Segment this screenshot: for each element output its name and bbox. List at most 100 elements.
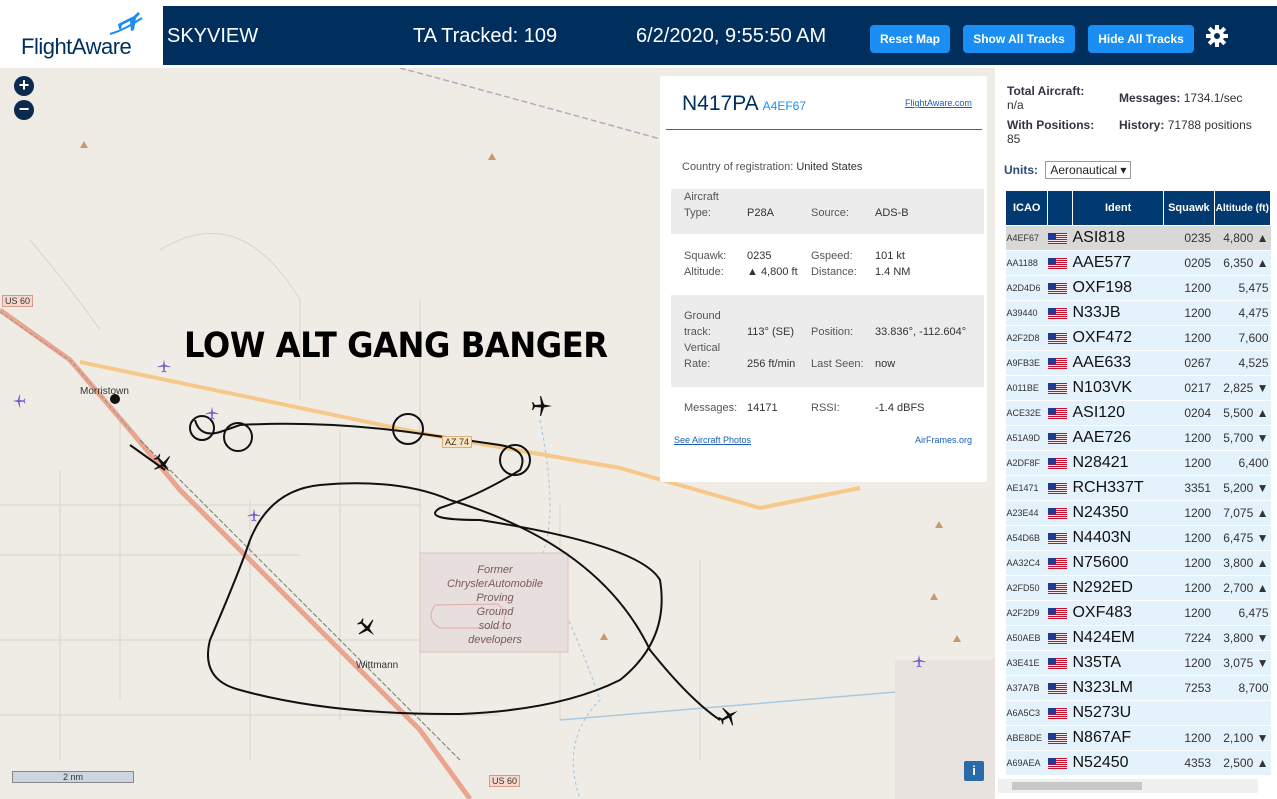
aircraft-icon[interactable]: [12, 394, 26, 408]
table-row[interactable]: A69AEA N52450 4353 2,500 ▲: [1005, 750, 1271, 776]
table-row[interactable]: ACE32E ASI120 0204 5,500 ▲: [1005, 400, 1271, 426]
reset-map-button[interactable]: Reset Map: [870, 25, 950, 53]
row-altitude: [1214, 700, 1271, 726]
row-ident: N75600: [1072, 550, 1164, 576]
label-morristown: Morristown: [80, 386, 129, 397]
col-squawk[interactable]: Squawk: [1163, 190, 1215, 226]
row-squawk: 1200: [1163, 325, 1215, 351]
row-ident: N35TA: [1072, 650, 1164, 676]
row-altitude: 5,700 ▼: [1214, 425, 1271, 451]
label-wittmann: Wittmann: [356, 660, 399, 671]
row-ident: OXF198: [1072, 275, 1164, 301]
row-icao: A37A7B: [1005, 675, 1048, 701]
table-row[interactable]: A4EF67 ASI818 0235 4,800 ▲: [1005, 225, 1271, 251]
us-flag-icon: [1047, 507, 1067, 519]
flightaware-link[interactable]: FlightAware.com: [905, 98, 972, 108]
aircraft-icon[interactable]: [157, 359, 171, 373]
row-altitude: 6,475 ▼: [1214, 525, 1271, 551]
table-row[interactable]: A37A7B N323LM 7253 8,700: [1005, 675, 1271, 701]
aircraft-icon[interactable]: [356, 617, 378, 639]
zoom-out-button[interactable]: −: [14, 100, 34, 120]
us-flag-icon: [1047, 550, 1073, 576]
horizontal-scrollbar[interactable]: [998, 779, 1258, 793]
total-aircraft-stat: Total Aircraft: n/a: [1007, 84, 1085, 112]
popup-divider: [666, 129, 982, 130]
table-row[interactable]: A011BE N103VK 0217 2,825 ▼: [1005, 375, 1271, 401]
row-altitude: 5,500 ▲: [1214, 400, 1271, 426]
us-flag-icon: [1047, 257, 1067, 269]
col-flag[interactable]: [1047, 190, 1073, 226]
row-ident: ASI120: [1072, 400, 1164, 426]
airframes-link[interactable]: AirFrames.org: [915, 435, 972, 445]
us-flag-icon: [1047, 357, 1067, 369]
table-row[interactable]: ABE8DE N867AF 1200 2,100 ▼: [1005, 725, 1271, 751]
us-flag-icon: [1047, 400, 1073, 426]
aircraft-icon[interactable]: [247, 508, 261, 522]
row-ident: N33JB: [1072, 300, 1164, 326]
row-altitude: 4,525: [1214, 350, 1271, 376]
table-row[interactable]: A9FB3E AAE633 0267 4,525: [1005, 350, 1271, 376]
us-flag-icon: [1047, 325, 1073, 351]
row-icao: A2D4D6: [1005, 275, 1048, 301]
aircraft-icon[interactable]: [152, 453, 174, 475]
flightaware-logo[interactable]: FlightAware: [4, 6, 160, 65]
us-flag-icon: [1047, 657, 1067, 669]
row-icao: A2FD50: [1005, 575, 1048, 601]
country-row: Country of registration: United States: [682, 161, 863, 173]
us-flag-icon: [1047, 750, 1073, 776]
aircraft-table: ICAO Ident Squawk Altitude (ft) A4EF67 AS…: [1004, 190, 1272, 776]
table-row[interactable]: A2FD50 N292ED 1200 2,700 ▲: [1005, 575, 1271, 601]
us-flag-icon: [1047, 650, 1073, 676]
label-us60-bottom: US 60: [489, 775, 521, 787]
see-aircraft-photos-link[interactable]: See Aircraft Photos: [674, 435, 751, 445]
us-flag-icon: [1047, 525, 1073, 551]
us-flag-icon: [1047, 432, 1067, 444]
row-altitude: 3,800 ▼: [1214, 625, 1271, 651]
units-control: Units: Aeronautical ▾: [1004, 161, 1132, 179]
row-squawk: 4353: [1163, 750, 1215, 776]
table-row[interactable]: AA32C4 N75600 1200 3,800 ▲: [1005, 550, 1271, 576]
info-button[interactable]: i: [964, 761, 984, 781]
table-row[interactable]: A23E44 N24350 1200 7,075 ▲: [1005, 500, 1271, 526]
table-row[interactable]: A2DF8F N28421 1200 6,400: [1005, 450, 1271, 476]
row-ident: AAE577: [1072, 250, 1164, 276]
us-flag-icon: [1047, 300, 1073, 326]
col-ident[interactable]: Ident: [1071, 190, 1165, 226]
aircraft-icon[interactable]: [205, 406, 219, 420]
table-row[interactable]: A2F2D8 OXF472 1200 7,600: [1005, 325, 1271, 351]
row-ident: AAE633: [1072, 350, 1164, 376]
row-squawk: 1200: [1163, 300, 1215, 326]
table-row[interactable]: A54D6B N4403N 1200 6,475 ▼: [1005, 525, 1271, 551]
hide-all-tracks-button[interactable]: Hide All Tracks: [1088, 25, 1194, 53]
col-icao[interactable]: ICAO: [1004, 190, 1049, 226]
table-row[interactable]: A51A9D AAE726 1200 5,700 ▼: [1005, 425, 1271, 451]
table-row[interactable]: A39440 N33JB 1200 4,475: [1005, 300, 1271, 326]
zoom-in-button[interactable]: +: [14, 76, 34, 96]
row-ident: N52450: [1072, 750, 1164, 776]
row-ident: N867AF: [1072, 725, 1164, 751]
us-flag-icon: [1047, 350, 1073, 376]
us-flag-icon: [1047, 482, 1067, 494]
row-icao: A2F2D8: [1005, 325, 1048, 351]
gear-icon[interactable]: [1205, 24, 1229, 48]
row-icao: A23E44: [1005, 500, 1048, 526]
row-altitude: 6,350 ▲: [1214, 250, 1271, 276]
table-row[interactable]: AA1188 AAE577 0205 6,350 ▲: [1005, 250, 1271, 276]
units-select[interactable]: Aeronautical ▾: [1045, 161, 1132, 179]
table-row[interactable]: A50AEB N424EM 7224 3,800 ▼: [1005, 625, 1271, 651]
table-row[interactable]: AE1471 RCH337T 3351 5,200 ▼: [1005, 475, 1271, 501]
row-squawk: 1200: [1163, 425, 1215, 451]
us-flag-icon: [1047, 307, 1067, 319]
table-row[interactable]: A2F2D9 OXF483 1200 6,475: [1005, 600, 1271, 626]
show-all-tracks-button[interactable]: Show All Tracks: [963, 25, 1075, 53]
table-row[interactable]: A2D4D6 OXF198 1200 5,475: [1005, 275, 1271, 301]
aircraft-icon[interactable]: [718, 705, 740, 727]
table-row[interactable]: A3E41E N35TA 1200 3,075 ▼: [1005, 650, 1271, 676]
aircraft-icon[interactable]: [912, 654, 926, 668]
tracked-count: TA Tracked: 109: [413, 25, 558, 47]
table-row[interactable]: A6A5C3 N5273U: [1005, 700, 1271, 726]
col-altitude[interactable]: Altitude (ft): [1213, 190, 1272, 226]
aircraft-icon[interactable]: [531, 395, 553, 417]
us-flag-icon: [1047, 675, 1073, 701]
table-header: ICAO Ident Squawk Altitude (ft): [1004, 190, 1272, 226]
